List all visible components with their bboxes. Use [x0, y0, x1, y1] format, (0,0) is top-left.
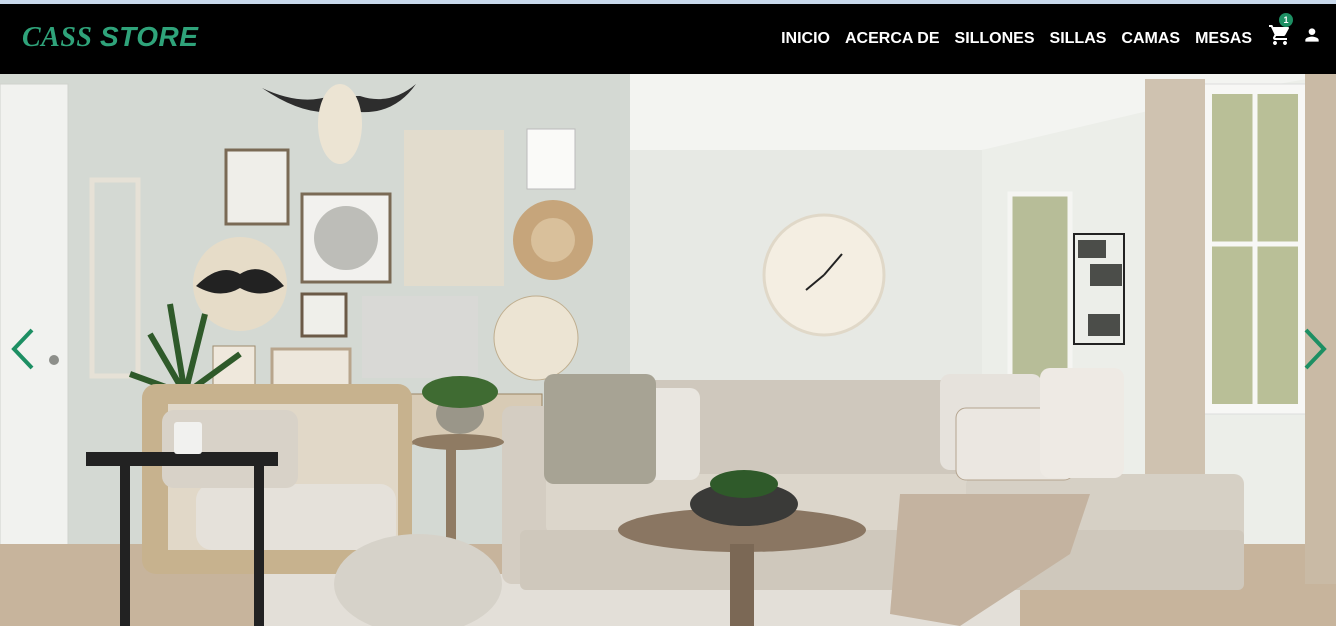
main-nav: INICIO ACERCA DE SILLONES SILLAS CAMAS M… — [766, 30, 1252, 48]
user-icon — [1305, 28, 1319, 42]
hero-image — [0, 74, 1336, 626]
door-knob — [49, 355, 59, 365]
frame-5 — [362, 296, 478, 378]
pillow-2 — [544, 374, 656, 484]
mug — [174, 422, 202, 454]
chevron-left-icon — [11, 328, 34, 370]
sofa-base — [520, 530, 1244, 590]
cart-button[interactable]: 1 — [1268, 13, 1293, 47]
chair-cushion — [196, 484, 396, 550]
nav-mesas[interactable]: MESAS — [1195, 30, 1252, 48]
frame-4 — [300, 292, 348, 338]
user-button[interactable] — [1302, 24, 1322, 46]
nav-acerca-de[interactable]: ACERCA DE — [845, 30, 940, 48]
frame-3 — [526, 128, 576, 190]
carousel-next-button[interactable] — [1298, 324, 1334, 374]
nav-sillas[interactable]: SILLAS — [1050, 30, 1107, 48]
brand-logo[interactable]: CASS STORE — [22, 21, 198, 54]
basket-3 — [493, 295, 579, 381]
skull — [318, 84, 362, 164]
hero-carousel — [0, 74, 1336, 626]
nav-camas[interactable]: CAMAS — [1121, 30, 1180, 48]
side-window — [1007, 191, 1073, 397]
chevron-right-icon — [1304, 328, 1327, 370]
brand-part1: CASS — [22, 22, 93, 53]
nav-inicio[interactable]: INICIO — [781, 30, 830, 48]
pillow-5 — [1040, 368, 1124, 478]
navbar: CASS STORE INICIO ACERCA DE SILLONES SIL… — [0, 4, 1336, 74]
plant-stand — [412, 434, 504, 450]
carousel-prev-button[interactable] — [4, 324, 40, 374]
brand-part2: STORE — [100, 21, 199, 52]
frame-1 — [224, 148, 290, 226]
cart-icon — [1269, 25, 1290, 45]
nav-sillones[interactable]: SILLONES — [955, 30, 1035, 48]
side-table — [86, 452, 278, 466]
curtain-left — [1145, 79, 1205, 519]
cart-count-badge: 1 — [1279, 13, 1293, 27]
header-icons: 1 — [1268, 13, 1322, 47]
macrame — [404, 130, 504, 286]
